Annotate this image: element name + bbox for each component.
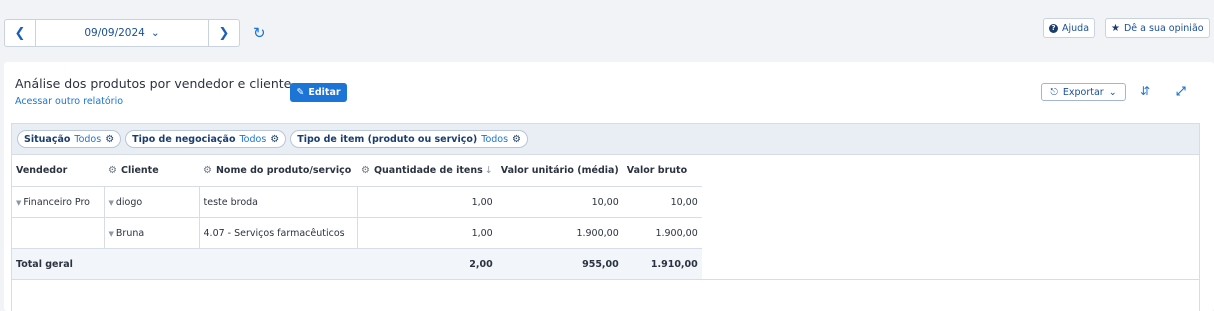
cell-product: 4.07 - Serviços farmacêuticos [198,217,357,249]
page-title: Análise dos produtos por vendedor e clie… [15,76,292,91]
next-date-button[interactable]: ❯ [208,20,239,46]
pencil-icon: ✎ [296,87,305,98]
cell-text: diogo [115,196,143,208]
report-panel: Análise dos produtos por vendedor e clie… [4,62,1214,311]
gear-icon: ⚙ [270,133,280,145]
pivot-table-container: Vendedor ⚙ Cliente ⚙ Nome do produto/servi… [11,155,1200,311]
fullscreen-icon[interactable]: ⤢ [1176,83,1186,99]
cell-gross-value: 10,00 [622,186,702,218]
table-bottom-divider [12,279,1199,280]
export-icon: ⎋ [1050,86,1058,98]
cell-unit-value: 10,00 [496,186,623,218]
column-header-seller[interactable]: Vendedor [12,155,104,187]
question-icon: ? [1049,23,1058,33]
gear-icon[interactable]: ⚙ [361,165,370,176]
filter-chip-tipo-item[interactable]: Tipo de item (produto ou serviço) Todos … [290,130,529,148]
chevron-down-icon: ⌄ [150,27,160,39]
gear-icon: ⚙ [512,133,522,145]
cell-seller[interactable]: ▼ Financeiro Pro [12,186,104,218]
filter-label: Situação [24,133,71,145]
header-label: Nome do produto/serviço [215,165,352,176]
column-header-product[interactable]: ⚙ Nome do produto/serviço [199,155,357,187]
feedback-button[interactable]: ★ Dê a sua opinião [1105,18,1210,38]
header-label: Quantidade de itens [373,165,483,176]
total-quantity: 2,00 [357,248,497,280]
sort-down-icon[interactable]: ↓ [485,165,493,176]
cell-text: Bruna [115,227,145,239]
column-header-gross-value[interactable]: Valor bruto [622,155,702,187]
expand-collapse-rows-icon[interactable]: ⇵ [1140,83,1150,99]
header-label: Cliente [120,165,159,176]
caret-down-icon[interactable]: ▼ [109,199,114,207]
filter-chip-situacao[interactable]: Situação Todos ⚙ [17,130,122,148]
previous-date-button[interactable]: ❮ [5,20,36,46]
total-unit-value: 955,00 [496,248,623,280]
filter-value: Todos [74,133,102,145]
edit-button[interactable]: ✎ Editar [290,83,347,102]
cell-seller [12,217,104,249]
filter-bar: Situação Todos ⚙ Tipo de negociação Todo… [11,123,1200,155]
table-row: ▼ Financeiro Pro ▼ diogo teste broda 1,00 … [12,186,702,218]
table-total-row: Total geral 2,00 955,00 1.910,00 [12,248,702,280]
help-label: Ajuda [1062,22,1090,34]
cell-gross-value: 1.900,00 [622,217,702,249]
cell-client[interactable]: ▼ diogo [103,186,199,218]
header-label: Vendedor [16,165,68,176]
total-gross-value: 1.910,00 [622,248,702,280]
feedback-label: Dê a sua opinião [1123,22,1204,34]
column-header-unit-value[interactable]: Valor unitário (média) [496,155,623,187]
help-button[interactable]: ? Ajuda [1043,18,1096,38]
cell-quantity: 1,00 [356,186,497,218]
filter-value: Todos [239,133,267,145]
column-header-client[interactable]: ⚙ Cliente [104,155,199,187]
gear-icon[interactable]: ⚙ [203,165,212,176]
gear-icon: ⚙ [105,133,115,145]
pivot-table: Vendedor ⚙ Cliente ⚙ Nome do produto/servi… [12,155,702,280]
filter-value: Todos [481,133,509,145]
export-button[interactable]: ⎋ Exportar ⌄ [1041,83,1126,101]
table-header-row: Vendedor ⚙ Cliente ⚙ Nome do produto/servi… [12,155,702,187]
cell-client[interactable]: ▼ Bruna [103,217,199,249]
date-value: 09/09/2024 [84,27,145,39]
column-header-quantity[interactable]: ⚙ Quantidade de itens ↓ [357,155,497,187]
other-report-link[interactable]: Acessar outro relatório [15,96,123,107]
edit-label: Editar [308,87,341,98]
export-label: Exportar [1062,86,1104,98]
filter-label: Tipo de negociação [132,133,236,145]
date-navigator: ❮ 09/09/2024 ⌄ ❯ [4,19,240,47]
cell-unit-value: 1.900,00 [496,217,623,249]
header-label: Valor unitário (média) [500,165,619,176]
date-picker[interactable]: 09/09/2024 ⌄ [36,20,208,46]
filter-chip-tipo-negociacao[interactable]: Tipo de negociação Todos ⚙ [125,130,287,148]
header-label: Valor bruto [626,165,688,176]
refresh-icon[interactable]: ↻ [253,24,266,42]
cell-text: Financeiro Pro [23,196,90,208]
cell-product: teste broda [198,186,357,218]
caret-down-icon[interactable]: ▼ [16,199,21,207]
caret-down-icon[interactable]: ▼ [109,230,114,238]
chevron-down-icon: ⌄ [1108,86,1117,98]
filter-label: Tipo de item (produto ou serviço) [297,133,478,145]
chevron-left-icon: ❮ [14,25,26,41]
gear-icon[interactable]: ⚙ [108,165,117,176]
cell-quantity: 1,00 [356,217,497,249]
table-row: ▼ Bruna 4.07 - Serviços farmacêuticos 1,0… [12,217,702,249]
star-icon: ★ [1111,22,1120,34]
chevron-right-icon: ❯ [218,25,230,41]
total-label: Total geral [12,248,357,280]
